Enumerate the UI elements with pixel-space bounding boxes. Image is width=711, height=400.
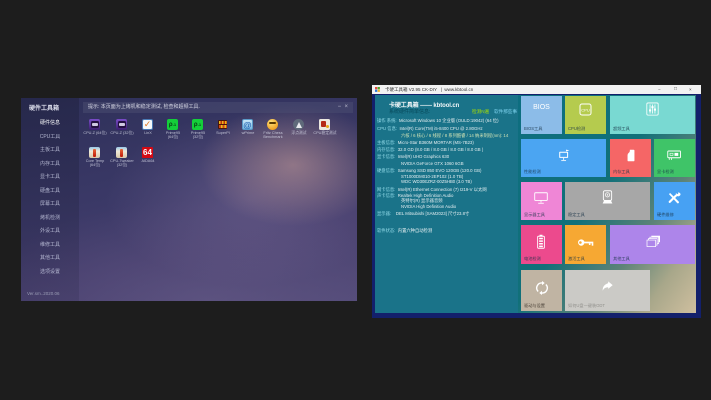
svg-text:CPU: CPU (581, 108, 590, 113)
